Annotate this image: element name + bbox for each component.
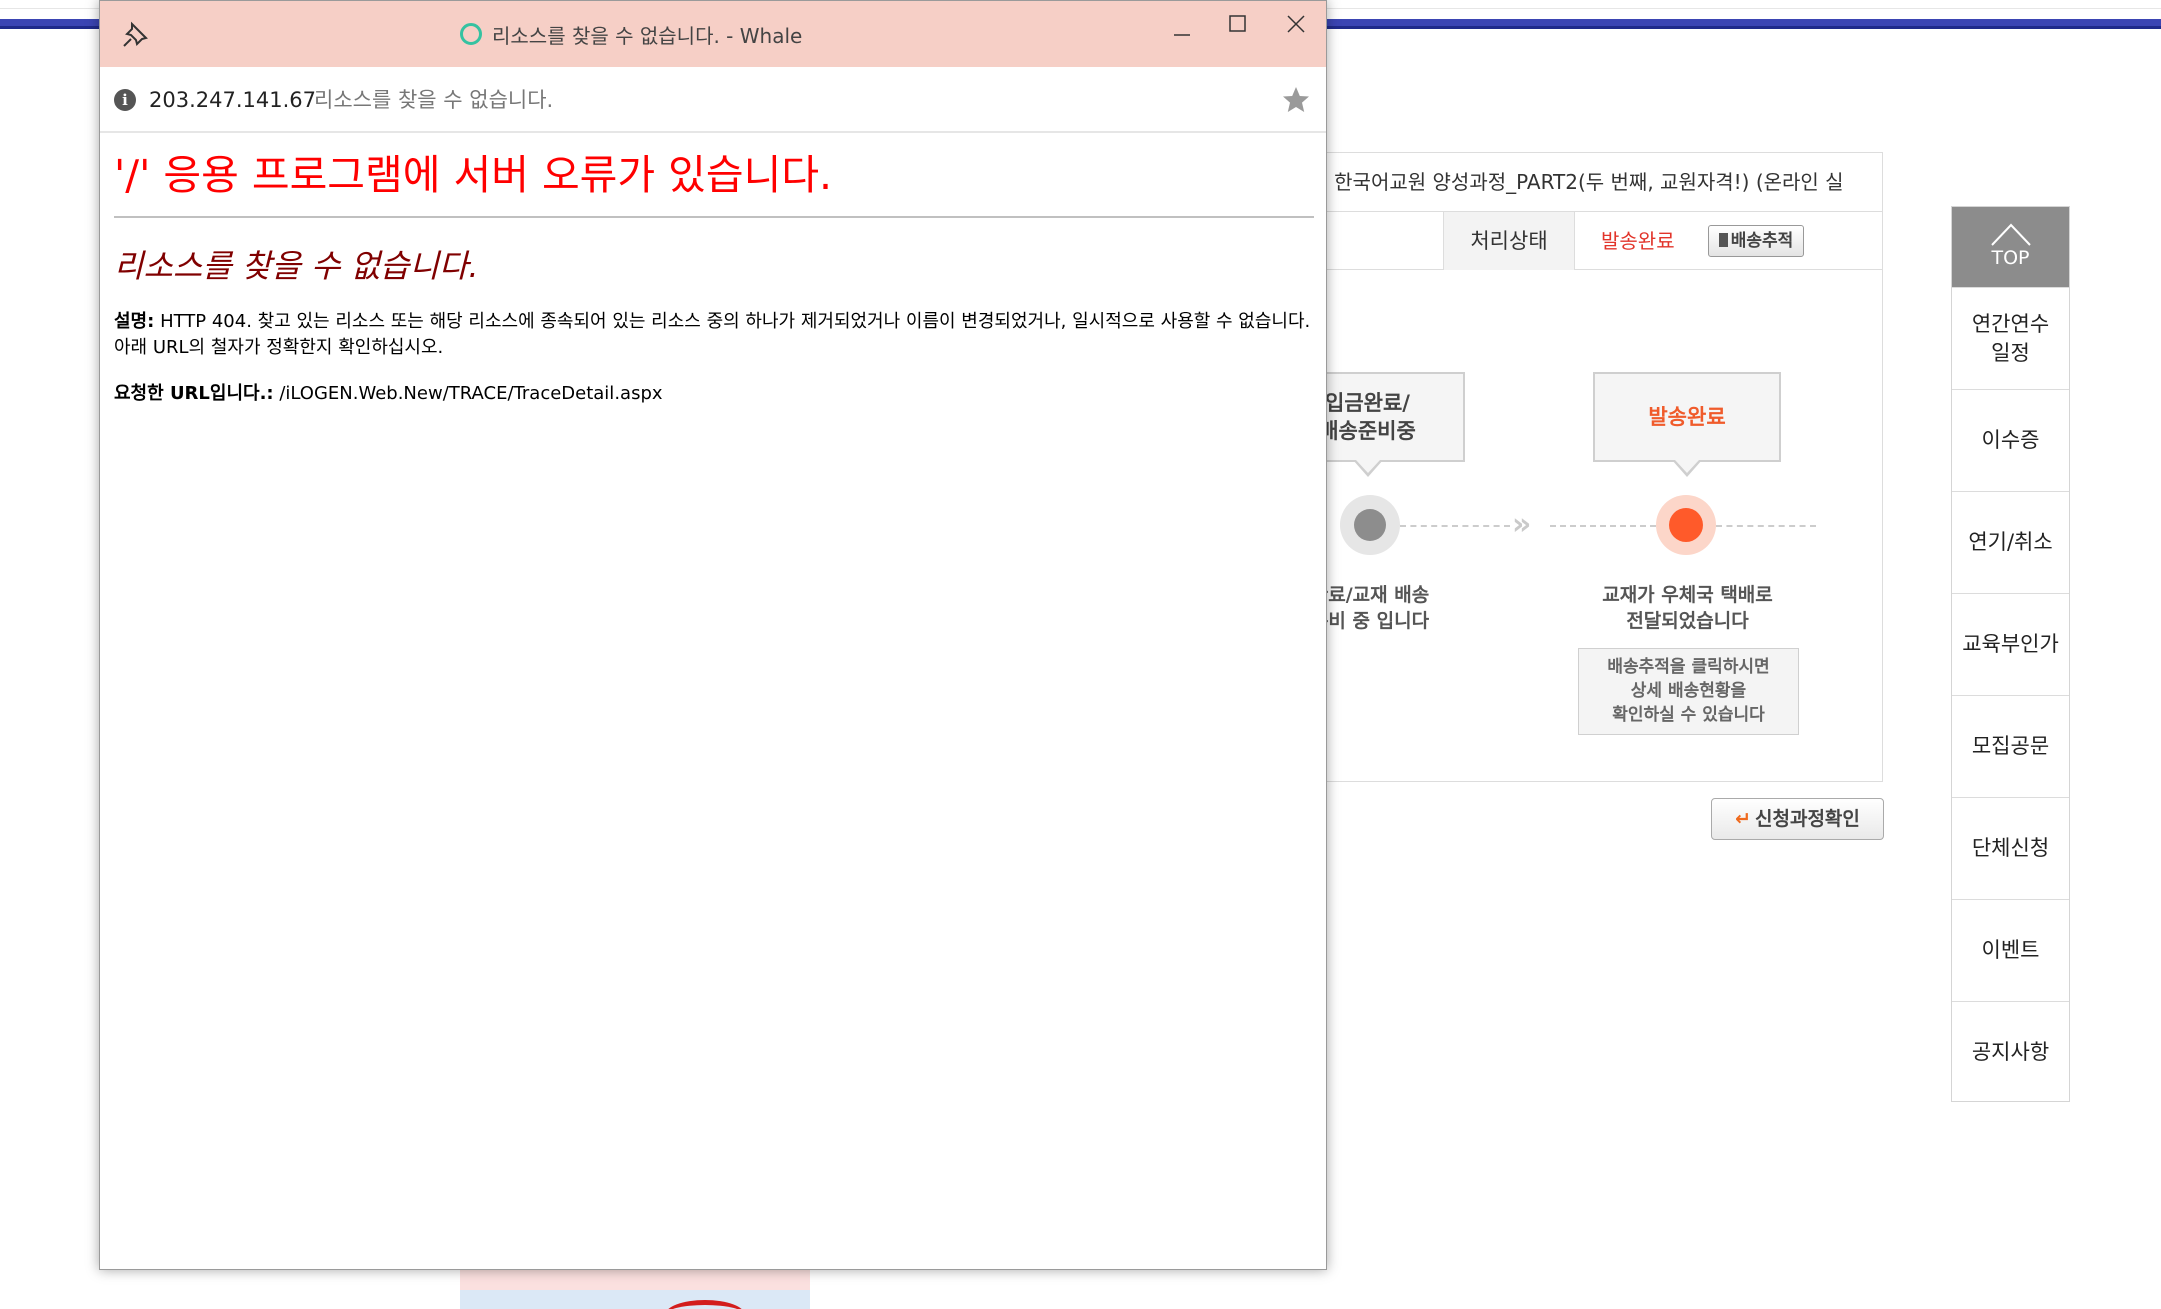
star-icon[interactable] [1280,84,1312,116]
maximize-icon[interactable] [1212,7,1262,47]
course-title: ) 한국어교원 양성과정_PART2(두 번째, 교원자격!) (온라인 실 [1290,152,1883,212]
step-description-shipped: 교재가 우체국 택배로 전달되었습니다 [1602,584,1773,632]
tracking-info-box: 배송추적을 클릭하시면 상세 배송현황을 확인하실 수 있습니다 [1578,648,1799,735]
description-label: 설명: [114,311,155,332]
quick-menu-item-annual-schedule[interactable]: 연간연수 일정 [1952,287,2069,389]
step-connector [1400,525,1510,527]
step-bubble-shipped: 발송완료 [1593,372,1781,477]
error-subheading: 리소스를 찾을 수 없습니다. [114,247,479,285]
quick-menu-item-label: 이수증 [1981,428,2040,452]
screen: ) 한국어교원 양성과정_PART2(두 번째, 교원자격!) (온라인 실 처… [0,0,2161,1309]
step-bubble-label: 입금완료/ 배송준비중 [1319,391,1416,443]
popup-title: 리소스를 찾을 수 없습니다. - Whale [460,1,802,67]
step-bubble-label: 발송완료 [1648,405,1726,429]
track-square-icon [1718,233,1728,247]
step-dot-active [1669,508,1703,542]
quick-menu-item-label: 공지사항 [1971,1040,2050,1064]
url-value: /iLOGEN.Web.New/TRACE/TraceDetail.aspx [279,383,663,404]
track-delivery-label: 배송추적 [1730,231,1794,251]
quick-menu-item-notice[interactable]: 공지사항 [1952,1001,2069,1103]
error-divider [114,216,1314,218]
minimize-icon[interactable] [1156,7,1206,47]
step-dot-inactive [1354,509,1386,541]
address-host: 203.247.141.67 [149,88,316,112]
quick-menu-item-label: 모집공문 [1971,734,2050,758]
error-heading: '/' 응용 프로그램에 서버 오류가 있습니다. [114,151,833,199]
quick-menu-item-label: 이벤트 [1981,938,2040,962]
quick-menu-item-certificate[interactable]: 이수증 [1952,389,2069,491]
quick-menu: TOP 연간연수 일정 이수증 연기/취소 교육부인가 모집공문 단체신청 이벤… [1951,206,2070,1102]
quick-menu-item-label: 단체신청 [1971,836,2050,860]
chevron-up-icon [1991,223,2031,246]
quick-menu-top-button[interactable]: TOP [1952,207,2069,287]
address-bar[interactable]: i 203.247.141.67 리소스를 찾을 수 없습니다. [100,67,1326,133]
step-connector [1716,525,1816,527]
return-arrow-icon: ↵ [1735,808,1752,830]
description-text: HTTP 404. 찾고 있는 리소스 또는 해당 리소스에 종속되어 있는 리… [114,311,1311,358]
confirm-course-button[interactable]: ↵ 신청과정확인 [1711,798,1884,840]
double-chevron-right-icon: » [1512,507,1531,542]
step-connector [1550,525,1656,527]
track-delivery-button[interactable]: 배송추적 [1708,225,1804,257]
loading-icon [460,23,482,45]
error-description: 설명: HTTP 404. 찾고 있는 리소스 또는 해당 리소스에 종속되어 … [114,309,1314,361]
close-icon[interactable] [1270,7,1320,47]
quick-menu-item-group-application[interactable]: 단체신청 [1952,797,2069,899]
url-label: 요청한 URL입니다.: [114,383,274,404]
banner-image-lower [460,1290,810,1309]
address-page-title: 리소스를 찾을 수 없습니다. [314,88,554,112]
quick-menu-top-label: TOP [1991,247,2030,269]
status-label: 처리상태 [1443,212,1575,270]
pin-icon[interactable] [120,18,152,50]
info-icon[interactable]: i [114,89,136,111]
window-title-text: 리소스를 찾을 수 없습니다. - Whale [492,23,803,48]
quick-menu-item-label: 교육부인가 [1962,632,2059,656]
quick-menu-item-recruitment-notice[interactable]: 모집공문 [1952,695,2069,797]
quick-menu-item-event[interactable]: 이벤트 [1952,899,2069,1001]
quick-menu-item-label: 연간연수 일정 [1971,311,2050,365]
status-value: 발송완료 [1601,229,1675,253]
popup-titlebar[interactable]: 리소스를 찾을 수 없습니다. - Whale [100,1,1326,67]
quick-menu-item-label: 연기/취소 [1968,530,2053,554]
quick-menu-item-postpone-cancel[interactable]: 연기/취소 [1952,491,2069,593]
confirm-course-label: 신청과정확인 [1755,808,1860,830]
quick-menu-item-ministry-approval[interactable]: 교육부인가 [1952,593,2069,695]
popup-window: 리소스를 찾을 수 없습니다. - Whale i 203.247.141.67… [99,0,1327,1270]
requested-url: 요청한 URL입니다.: /iLOGEN.Web.New/TRACE/Trace… [114,381,1314,407]
